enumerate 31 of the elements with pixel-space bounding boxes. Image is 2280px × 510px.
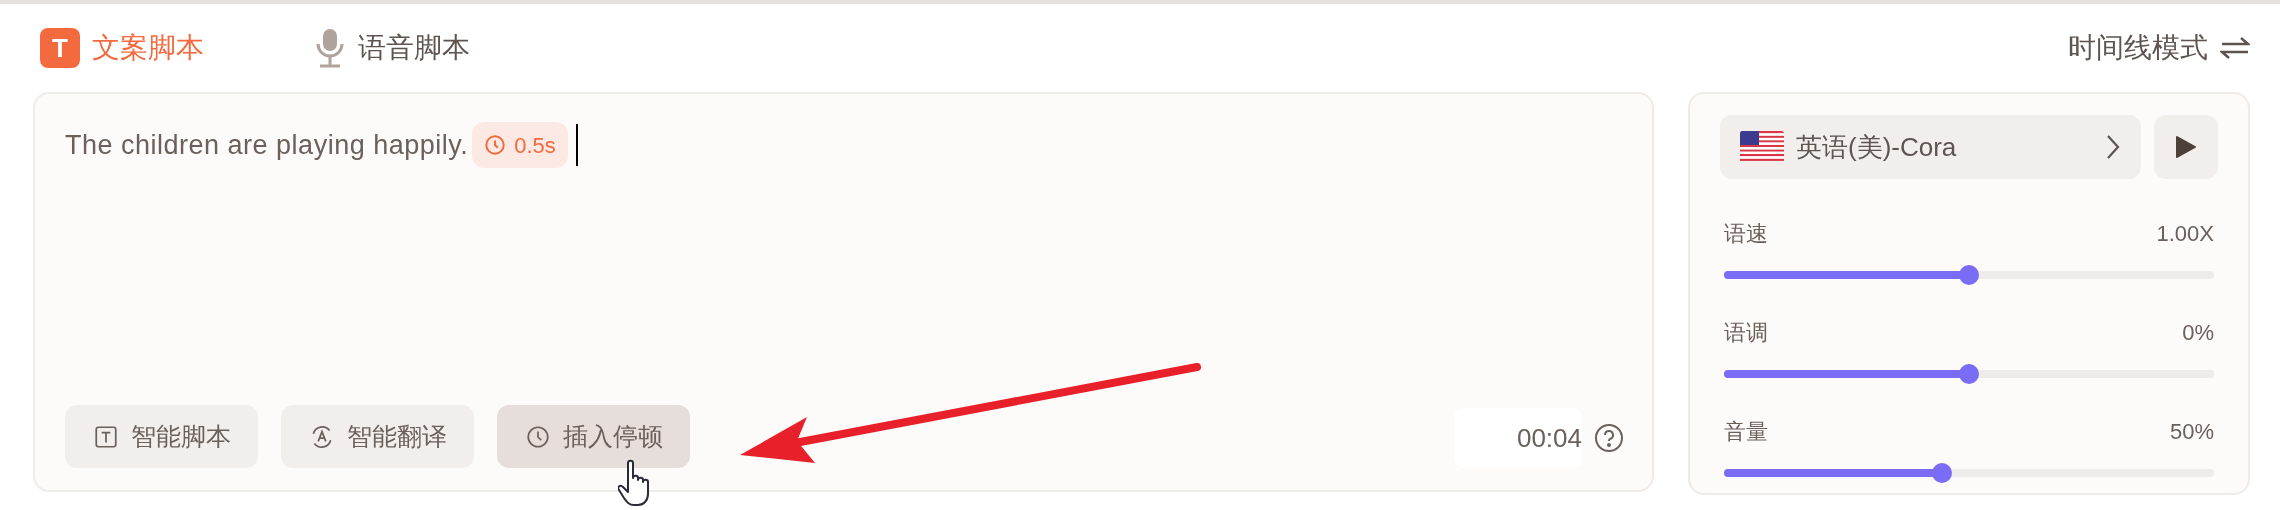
slider-reading: 1.00X [2156, 220, 2214, 248]
timeline-mode-toggle[interactable]: 时间线模式 [2068, 27, 2250, 69]
slider-label: 语速 [1724, 220, 1768, 248]
clock-icon [484, 134, 507, 156]
tab[interactable]: 语音脚本 [314, 27, 470, 69]
swap-icon [2220, 35, 2250, 61]
slider-thumb[interactable] [1932, 463, 1953, 483]
tool-button[interactable]: 智能翻译 [281, 405, 474, 468]
slider-label: 音量 [1724, 418, 1768, 446]
microphone-icon [314, 27, 346, 69]
play-button[interactable] [2154, 115, 2218, 179]
help-icon[interactable] [1594, 423, 1624, 453]
tab[interactable]: T 文案脚本 [40, 27, 204, 69]
tool-button[interactable]: 智能脚本 [65, 405, 258, 468]
play-icon [2175, 135, 2197, 159]
voice-selector[interactable]: 英语(美)-Cora [1720, 115, 2141, 179]
chevron-right-icon [2105, 133, 2121, 161]
slider-reading: 0% [2182, 319, 2214, 347]
text-cursor [575, 124, 578, 166]
tool-button[interactable]: 插入停顿 [497, 405, 690, 468]
slider-reading: 50% [2169, 418, 2214, 446]
voice-name: 英语(美)-Cora [1796, 130, 1958, 164]
slider-thumb[interactable] [1959, 265, 1979, 285]
tab-icon: T [40, 28, 80, 68]
duration-display: 00:04 [1454, 408, 1582, 468]
slider-thumb[interactable] [1959, 364, 1979, 384]
script-text: The children are playing happily. [65, 128, 469, 162]
slider-label: 语调 [1724, 319, 1768, 347]
clock-icon [524, 423, 551, 450]
flag-icon [1740, 131, 1784, 163]
text-icon [92, 423, 119, 450]
